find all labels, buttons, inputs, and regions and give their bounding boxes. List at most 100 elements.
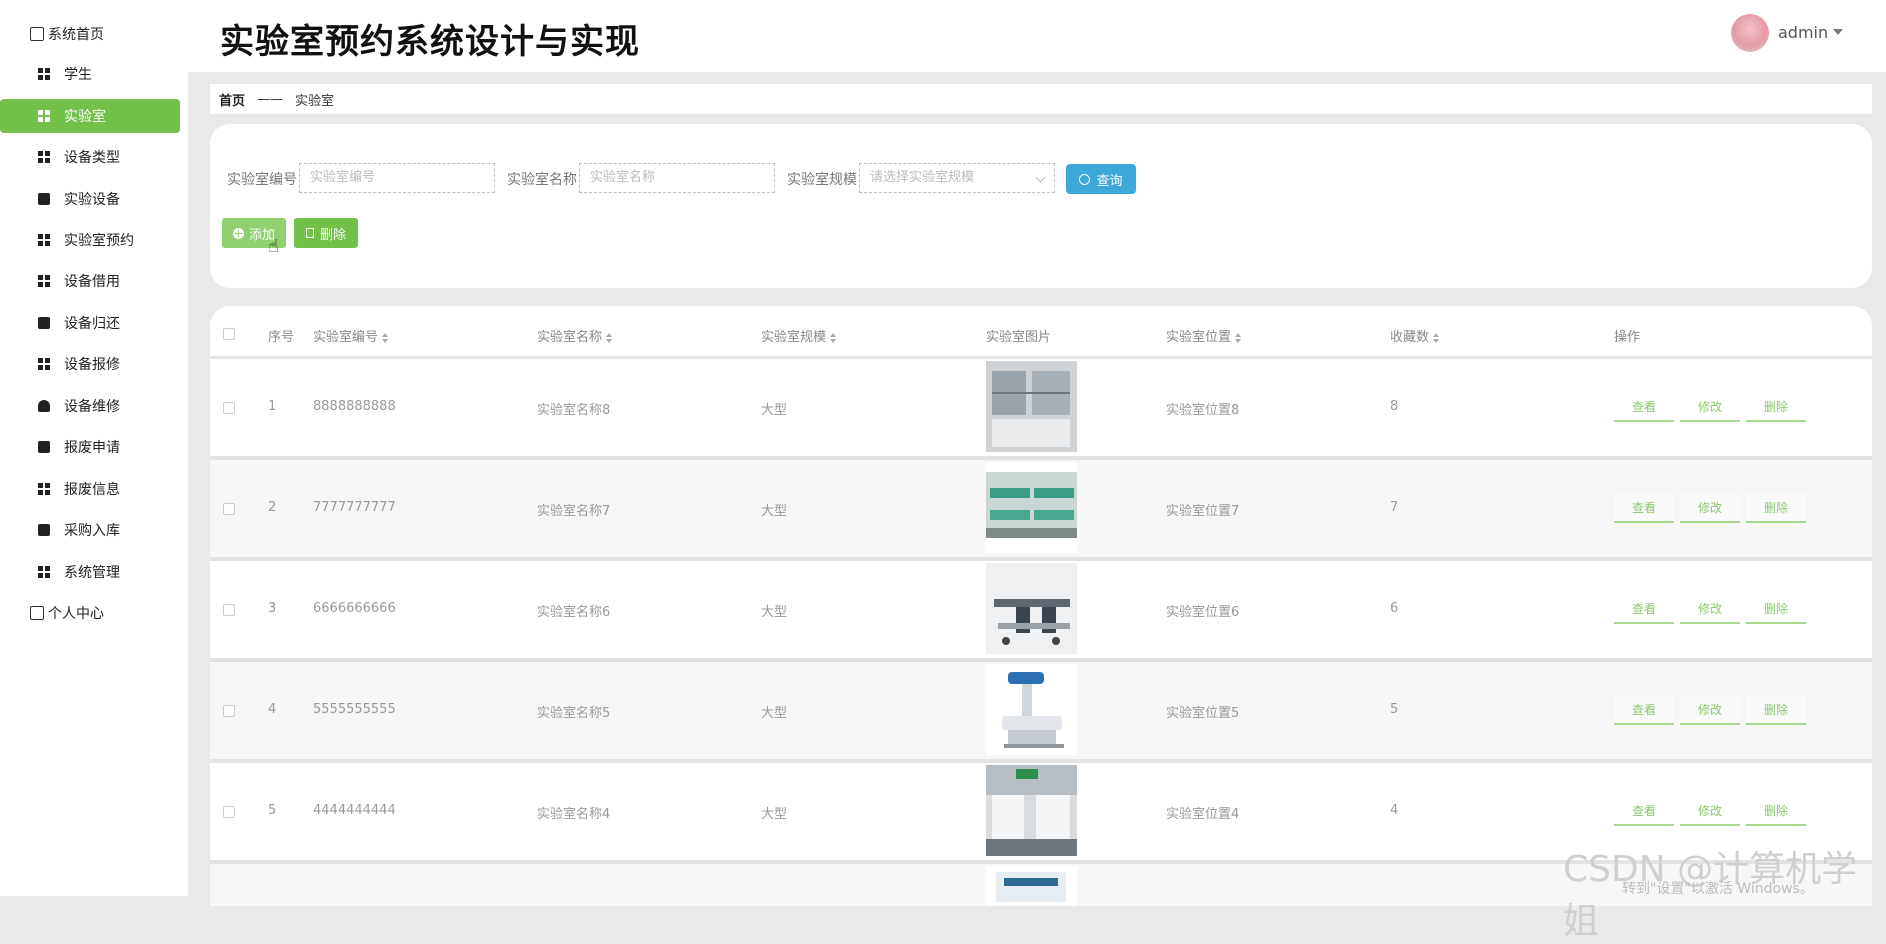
col-location-label: 实验室位置 <box>1166 330 1232 345</box>
device-icon <box>38 193 50 205</box>
table-row: 2 7777777777 实验室名称7 大型 实验室位置7 7 查看 修改 删除 <box>210 460 1872 561</box>
trash-icon <box>305 228 314 238</box>
cell-scale: 大型 <box>761 504 788 519</box>
delete-button[interactable]: 删除 <box>1746 392 1806 422</box>
breadcrumb: 首页 —— 实验室 <box>210 84 1872 114</box>
col-actions: 操作 <box>1614 330 1641 345</box>
edit-button[interactable]: 修改 <box>1680 493 1740 523</box>
breadcrumb-home[interactable]: 首页 <box>219 90 245 109</box>
edit-button[interactable]: 修改 <box>1680 594 1740 624</box>
sidebar-item-purchase[interactable]: 采购入库 <box>0 513 180 547</box>
cell-scale: 大型 <box>761 706 788 721</box>
cell-location: 实验室位置8 <box>1166 403 1240 418</box>
view-button[interactable]: 查看 <box>1614 695 1674 725</box>
wallet-icon <box>38 524 50 536</box>
cell-scale: 大型 <box>761 605 788 620</box>
col-favorites[interactable]: 收藏数 <box>1390 326 1440 345</box>
row-checkbox[interactable] <box>223 503 235 515</box>
cell-name: 实验室名称7 <box>537 504 611 519</box>
lab-name-input[interactable]: 实验室名称 <box>579 163 775 193</box>
lab-image[interactable] <box>986 462 1077 553</box>
delete-button[interactable]: 删除 <box>1746 695 1806 725</box>
batch-delete-button[interactable]: 删除 <box>294 218 358 248</box>
sort-icon[interactable] <box>830 332 837 343</box>
grid-icon <box>38 358 50 370</box>
lab-image[interactable] <box>986 765 1077 856</box>
delete-button[interactable]: 删除 <box>1746 493 1806 523</box>
card-icon <box>30 606 44 620</box>
table-row: 4 5555555555 实验室名称5 大型 实验室位置5 5 查看 修改 删除 <box>210 662 1872 763</box>
avatar[interactable] <box>1731 14 1769 52</box>
sidebar-item-device-type[interactable]: 设备类型 <box>0 140 180 174</box>
sidebar-item-profile[interactable]: 个人中心 <box>0 596 180 630</box>
col-location[interactable]: 实验室位置 <box>1166 326 1242 345</box>
lab-name-label: 实验室名称 <box>507 172 577 188</box>
lab-scale-select[interactable]: 请选择实验室规模 <box>859 163 1055 193</box>
view-button[interactable]: 查看 <box>1614 594 1674 624</box>
sidebar-item-lab[interactable]: 实验室 <box>0 99 180 133</box>
sort-icon[interactable] <box>606 332 613 343</box>
view-button[interactable]: 查看 <box>1614 392 1674 422</box>
table-header: 序号 实验室编号 实验室名称 实验室规模 实验室图片 实验室位置 收藏数 操作 <box>210 306 1872 359</box>
sidebar-item-device-borrow[interactable]: 设备借用 <box>0 264 180 298</box>
sidebar-item-device-report[interactable]: 设备报修 <box>0 347 180 381</box>
view-button[interactable]: 查看 <box>1614 493 1674 523</box>
query-button[interactable]: 查询 <box>1066 164 1136 194</box>
sort-icon[interactable] <box>1235 332 1242 343</box>
row-checkbox[interactable] <box>223 604 235 616</box>
sidebar-item-label: 个人中心 <box>48 606 104 622</box>
col-image: 实验室图片 <box>986 330 1052 345</box>
sidebar-item-device-repair[interactable]: 设备维修 <box>0 389 180 423</box>
sidebar-item-label: 实验设备 <box>64 192 120 208</box>
breadcrumb-current: 实验室 <box>295 93 335 109</box>
col-name[interactable]: 实验室名称 <box>537 326 613 345</box>
sidebar-item-label: 设备归还 <box>64 316 120 332</box>
sidebar-item-label: 采购入库 <box>64 523 120 539</box>
edit-button[interactable]: 修改 <box>1680 796 1740 826</box>
select-all-checkbox[interactable] <box>223 328 235 340</box>
lab-code-label: 实验室编号 <box>227 172 297 188</box>
sidebar-item-student[interactable]: 学生 <box>0 57 180 91</box>
edit-button[interactable]: 修改 <box>1680 392 1740 422</box>
caret-down-icon[interactable] <box>1833 29 1843 35</box>
lab-image[interactable] <box>986 664 1077 755</box>
sidebar-item-label: 学生 <box>64 67 92 83</box>
sidebar-item-lab-device[interactable]: 实验设备 <box>0 182 180 216</box>
app-title: 实验室预约系统设计与实现 <box>220 22 640 62</box>
cell-name: 实验室名称5 <box>537 706 611 721</box>
sort-icon[interactable] <box>1433 332 1440 343</box>
sidebar-item-scrap-info[interactable]: 报废信息 <box>0 472 180 506</box>
sidebar-item-system[interactable]: 系统管理 <box>0 555 180 589</box>
delete-button[interactable]: 删除 <box>1746 594 1806 624</box>
lab-code-input[interactable]: 实验室编号 <box>299 163 495 193</box>
row-checkbox[interactable] <box>223 402 235 414</box>
grid-icon <box>38 275 50 287</box>
sidebar-item-home[interactable]: 系统首页 <box>0 17 180 51</box>
lab-image[interactable] <box>986 563 1077 654</box>
view-button[interactable]: 查看 <box>1614 796 1674 826</box>
sidebar-item-scrap-apply[interactable]: 报废申请 <box>0 430 180 464</box>
lab-image[interactable] <box>986 361 1077 452</box>
cell-favorites: 7 <box>1390 500 1399 515</box>
edit-button[interactable]: 修改 <box>1680 695 1740 725</box>
cell-location: 实验室位置7 <box>1166 504 1240 519</box>
lab-image[interactable] <box>986 866 1077 906</box>
briefcase-icon <box>38 317 50 329</box>
row-checkbox[interactable] <box>223 806 235 818</box>
sidebar-item-lab-booking[interactable]: 实验室预约 <box>0 223 180 257</box>
row-checkbox[interactable] <box>223 705 235 717</box>
user-menu[interactable]: admin <box>1778 23 1828 42</box>
sidebar-item-label: 设备维修 <box>64 399 120 415</box>
sidebar-item-label: 实验室 <box>64 109 106 125</box>
sort-icon[interactable] <box>382 332 389 343</box>
delete-button[interactable]: 删除 <box>1746 796 1806 826</box>
sidebar-item-label: 设备报修 <box>64 357 120 373</box>
table-row: 3 6666666666 实验室名称6 大型 实验室位置6 6 查看 修改 删除 <box>210 561 1872 662</box>
cell-favorites: 6 <box>1390 601 1399 616</box>
col-scale[interactable]: 实验室规模 <box>761 326 837 345</box>
sidebar-item-label: 设备借用 <box>64 274 120 290</box>
sidebar-item-device-return[interactable]: 设备归还 <box>0 306 180 340</box>
col-code-label: 实验室编号 <box>313 330 379 345</box>
col-code[interactable]: 实验室编号 <box>313 326 389 345</box>
windows-activation-notice: 转到"设置"以激活 Windows。 <box>1622 881 1814 897</box>
